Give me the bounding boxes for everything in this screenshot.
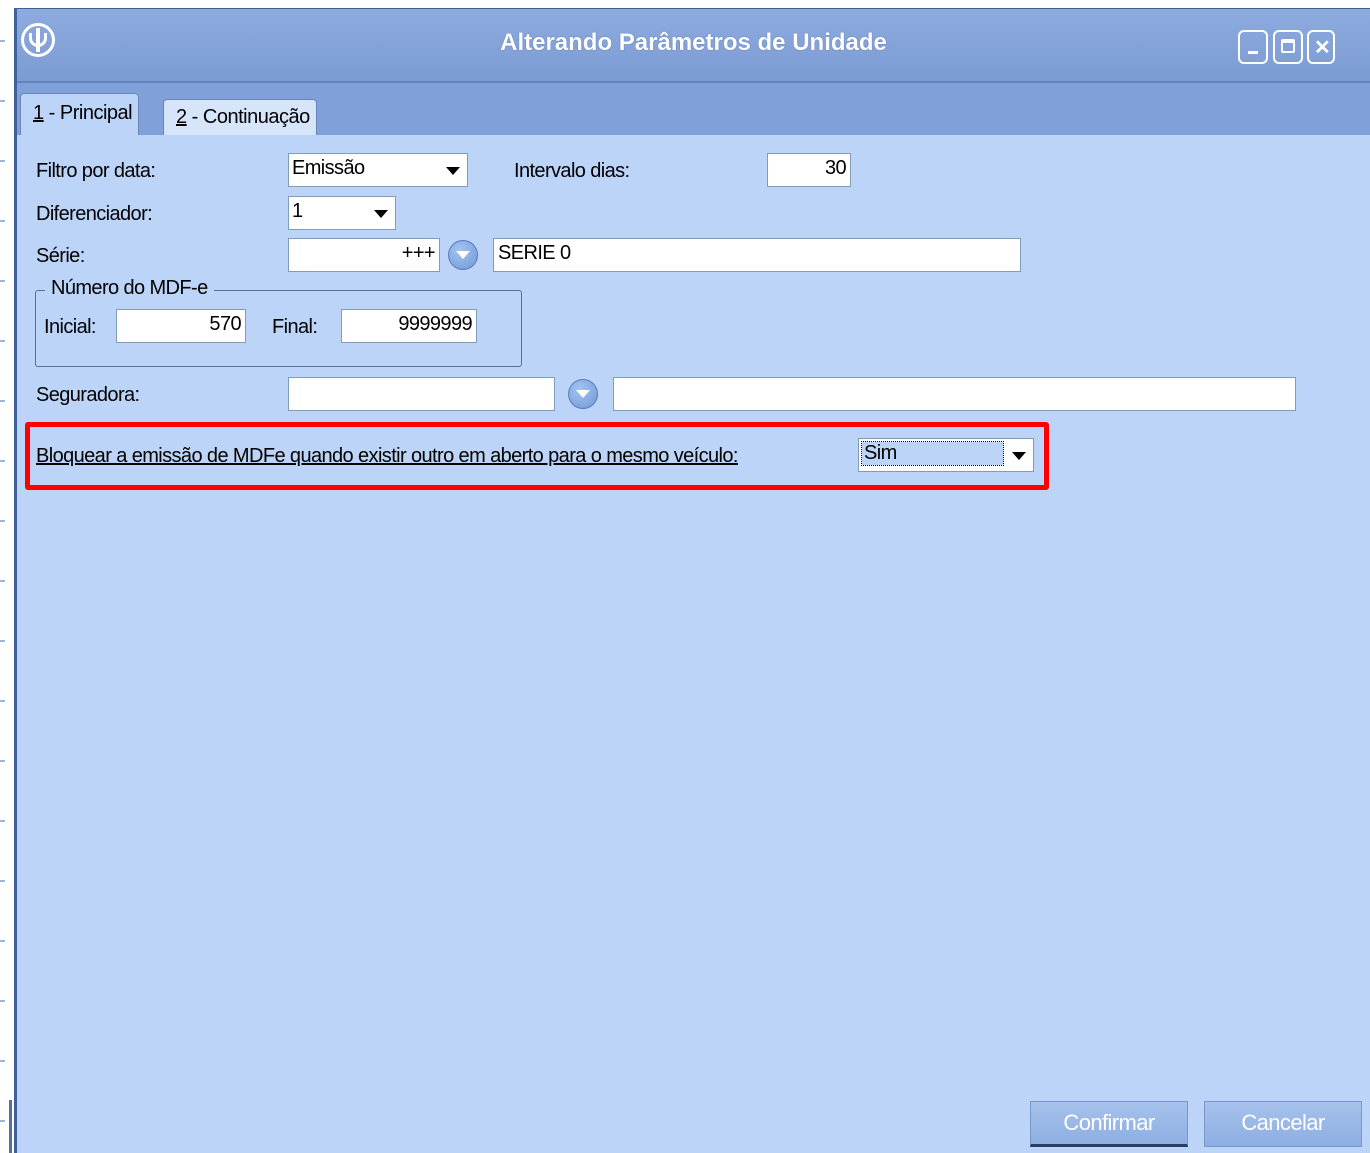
diferenciador-value: 1: [292, 200, 303, 222]
background-bar: [9, 1100, 12, 1153]
bloquear-label: Bloquear a emissão de MDFe quando existi…: [36, 445, 738, 467]
maximize-button[interactable]: [1273, 30, 1303, 64]
bloquear-value: Sim: [861, 441, 1004, 466]
close-button[interactable]: [1307, 30, 1335, 64]
serie-code-input[interactable]: +++: [288, 238, 440, 272]
serie-lookup-icon[interactable]: [448, 240, 478, 270]
dialog-window: Alterando Parâmetros de Unidade 1 - Prin…: [14, 8, 1370, 1153]
inicial-input[interactable]: 570: [116, 309, 246, 343]
bloquear-select[interactable]: Sim: [858, 438, 1034, 472]
numero-mdfe-group-title: Número do MDF-e: [45, 277, 214, 300]
seguradora-description-field[interactable]: [613, 377, 1296, 411]
serie-description-field[interactable]: SERIE 0: [493, 238, 1021, 272]
tab-principal-label: - Principal: [43, 102, 133, 124]
serie-label: Série:: [36, 245, 85, 267]
tab-continuacao-key: 2: [176, 106, 187, 128]
tab-strip: 1 - Principal 2 - Continuação: [17, 83, 1370, 135]
chevron-down-icon[interactable]: [1006, 440, 1032, 470]
cancel-button[interactable]: Cancelar: [1204, 1101, 1362, 1147]
seguradora-lookup-icon[interactable]: [568, 379, 598, 409]
filtro-select[interactable]: Emissão: [288, 153, 468, 187]
confirm-button[interactable]: Confirmar: [1030, 1101, 1188, 1147]
intervalo-label: Intervalo dias:: [514, 160, 630, 182]
diferenciador-select[interactable]: 1: [288, 196, 396, 230]
left-edge-background: [0, 0, 14, 1153]
chevron-down-icon[interactable]: [440, 155, 466, 185]
title-bar[interactable]: Alterando Parâmetros de Unidade: [17, 9, 1370, 83]
background-ruler: [0, 40, 5, 1140]
final-label: Final:: [272, 316, 318, 338]
tab-principal[interactable]: 1 - Principal: [20, 93, 140, 135]
chevron-down-icon[interactable]: [368, 198, 394, 228]
seguradora-label: Seguradora:: [36, 384, 140, 406]
filtro-value: Emissão: [292, 157, 365, 179]
tab-continuacao-label: - Continuação: [186, 106, 311, 128]
tab-continuacao[interactable]: 2 - Continuação: [163, 99, 317, 135]
final-input[interactable]: 9999999: [341, 309, 477, 343]
inicial-label: Inicial:: [44, 316, 96, 338]
intervalo-input[interactable]: 30: [767, 153, 851, 187]
diferenciador-label: Diferenciador:: [36, 203, 153, 225]
seguradora-code-input[interactable]: [288, 377, 555, 411]
tab-principal-key: 1: [33, 102, 44, 124]
filtro-label: Filtro por data:: [36, 160, 156, 182]
window-title: Alterando Parâmetros de Unidade: [500, 29, 887, 56]
minimize-button[interactable]: [1238, 30, 1268, 64]
